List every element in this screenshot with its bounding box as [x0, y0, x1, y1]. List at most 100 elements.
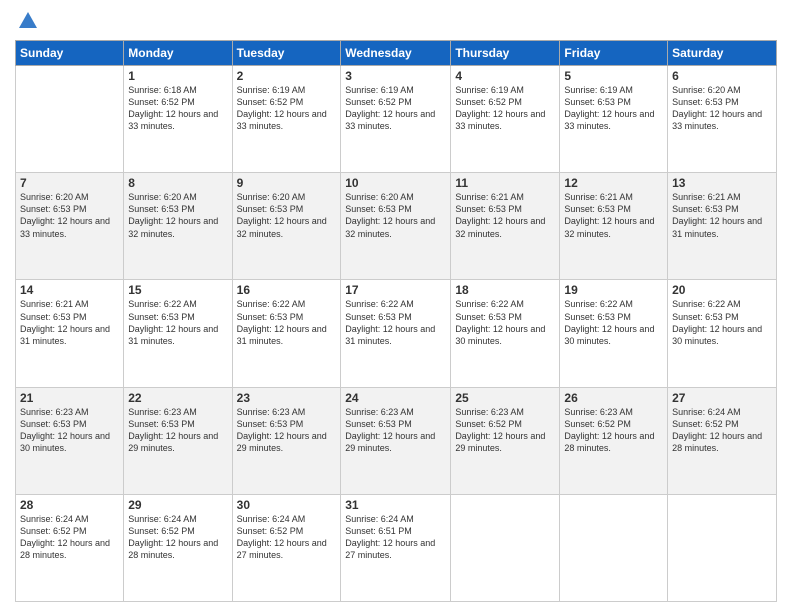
table-row: 27Sunrise: 6:24 AMSunset: 6:52 PMDayligh…	[668, 387, 777, 494]
day-info: Sunrise: 6:19 AMSunset: 6:52 PMDaylight:…	[455, 84, 555, 133]
day-info: Sunrise: 6:22 AMSunset: 6:53 PMDaylight:…	[672, 298, 772, 347]
table-row: 13Sunrise: 6:21 AMSunset: 6:53 PMDayligh…	[668, 173, 777, 280]
day-info: Sunrise: 6:24 AMSunset: 6:52 PMDaylight:…	[237, 513, 337, 562]
day-number: 15	[128, 283, 227, 297]
col-sunday: Sunday	[16, 41, 124, 66]
logo-icon	[17, 10, 39, 32]
table-row: 23Sunrise: 6:23 AMSunset: 6:53 PMDayligh…	[232, 387, 341, 494]
day-info: Sunrise: 6:21 AMSunset: 6:53 PMDaylight:…	[455, 191, 555, 240]
day-number: 7	[20, 176, 119, 190]
table-row: 12Sunrise: 6:21 AMSunset: 6:53 PMDayligh…	[560, 173, 668, 280]
day-info: Sunrise: 6:20 AMSunset: 6:53 PMDaylight:…	[20, 191, 119, 240]
calendar-table: Sunday Monday Tuesday Wednesday Thursday…	[15, 40, 777, 602]
table-row: 22Sunrise: 6:23 AMSunset: 6:53 PMDayligh…	[124, 387, 232, 494]
table-row: 30Sunrise: 6:24 AMSunset: 6:52 PMDayligh…	[232, 494, 341, 601]
day-info: Sunrise: 6:23 AMSunset: 6:53 PMDaylight:…	[345, 406, 446, 455]
table-row: 20Sunrise: 6:22 AMSunset: 6:53 PMDayligh…	[668, 280, 777, 387]
day-number: 6	[672, 69, 772, 83]
page: Sunday Monday Tuesday Wednesday Thursday…	[0, 0, 792, 612]
day-info: Sunrise: 6:24 AMSunset: 6:52 PMDaylight:…	[128, 513, 227, 562]
day-info: Sunrise: 6:20 AMSunset: 6:53 PMDaylight:…	[672, 84, 772, 133]
table-row: 14Sunrise: 6:21 AMSunset: 6:53 PMDayligh…	[16, 280, 124, 387]
table-row: 25Sunrise: 6:23 AMSunset: 6:52 PMDayligh…	[451, 387, 560, 494]
day-number: 30	[237, 498, 337, 512]
day-number: 19	[564, 283, 663, 297]
table-row: 15Sunrise: 6:22 AMSunset: 6:53 PMDayligh…	[124, 280, 232, 387]
day-info: Sunrise: 6:22 AMSunset: 6:53 PMDaylight:…	[455, 298, 555, 347]
day-number: 28	[20, 498, 119, 512]
table-row: 1Sunrise: 6:18 AMSunset: 6:52 PMDaylight…	[124, 66, 232, 173]
calendar-week-row: 28Sunrise: 6:24 AMSunset: 6:52 PMDayligh…	[16, 494, 777, 601]
table-row: 3Sunrise: 6:19 AMSunset: 6:52 PMDaylight…	[341, 66, 451, 173]
day-info: Sunrise: 6:21 AMSunset: 6:53 PMDaylight:…	[672, 191, 772, 240]
table-row: 21Sunrise: 6:23 AMSunset: 6:53 PMDayligh…	[16, 387, 124, 494]
day-number: 5	[564, 69, 663, 83]
table-row: 6Sunrise: 6:20 AMSunset: 6:53 PMDaylight…	[668, 66, 777, 173]
header	[15, 10, 777, 32]
day-number: 2	[237, 69, 337, 83]
table-row	[560, 494, 668, 601]
table-row: 31Sunrise: 6:24 AMSunset: 6:51 PMDayligh…	[341, 494, 451, 601]
calendar-header-row: Sunday Monday Tuesday Wednesday Thursday…	[16, 41, 777, 66]
day-number: 26	[564, 391, 663, 405]
day-info: Sunrise: 6:22 AMSunset: 6:53 PMDaylight:…	[564, 298, 663, 347]
col-saturday: Saturday	[668, 41, 777, 66]
day-number: 4	[455, 69, 555, 83]
col-thursday: Thursday	[451, 41, 560, 66]
day-number: 10	[345, 176, 446, 190]
day-info: Sunrise: 6:23 AMSunset: 6:52 PMDaylight:…	[455, 406, 555, 455]
day-info: Sunrise: 6:23 AMSunset: 6:53 PMDaylight:…	[128, 406, 227, 455]
table-row: 29Sunrise: 6:24 AMSunset: 6:52 PMDayligh…	[124, 494, 232, 601]
day-info: Sunrise: 6:24 AMSunset: 6:52 PMDaylight:…	[672, 406, 772, 455]
day-info: Sunrise: 6:19 AMSunset: 6:52 PMDaylight:…	[237, 84, 337, 133]
col-tuesday: Tuesday	[232, 41, 341, 66]
day-number: 27	[672, 391, 772, 405]
day-info: Sunrise: 6:21 AMSunset: 6:53 PMDaylight:…	[20, 298, 119, 347]
day-info: Sunrise: 6:24 AMSunset: 6:51 PMDaylight:…	[345, 513, 446, 562]
day-number: 25	[455, 391, 555, 405]
day-number: 1	[128, 69, 227, 83]
day-info: Sunrise: 6:21 AMSunset: 6:53 PMDaylight:…	[564, 191, 663, 240]
day-number: 31	[345, 498, 446, 512]
calendar-week-row: 7Sunrise: 6:20 AMSunset: 6:53 PMDaylight…	[16, 173, 777, 280]
day-number: 17	[345, 283, 446, 297]
day-number: 13	[672, 176, 772, 190]
day-number: 22	[128, 391, 227, 405]
table-row: 19Sunrise: 6:22 AMSunset: 6:53 PMDayligh…	[560, 280, 668, 387]
day-info: Sunrise: 6:23 AMSunset: 6:53 PMDaylight:…	[237, 406, 337, 455]
table-row: 16Sunrise: 6:22 AMSunset: 6:53 PMDayligh…	[232, 280, 341, 387]
table-row: 18Sunrise: 6:22 AMSunset: 6:53 PMDayligh…	[451, 280, 560, 387]
day-info: Sunrise: 6:20 AMSunset: 6:53 PMDaylight:…	[345, 191, 446, 240]
day-number: 8	[128, 176, 227, 190]
table-row: 8Sunrise: 6:20 AMSunset: 6:53 PMDaylight…	[124, 173, 232, 280]
table-row: 24Sunrise: 6:23 AMSunset: 6:53 PMDayligh…	[341, 387, 451, 494]
table-row: 9Sunrise: 6:20 AMSunset: 6:53 PMDaylight…	[232, 173, 341, 280]
day-info: Sunrise: 6:23 AMSunset: 6:52 PMDaylight:…	[564, 406, 663, 455]
day-info: Sunrise: 6:22 AMSunset: 6:53 PMDaylight:…	[345, 298, 446, 347]
table-row	[668, 494, 777, 601]
day-info: Sunrise: 6:22 AMSunset: 6:53 PMDaylight:…	[128, 298, 227, 347]
day-number: 18	[455, 283, 555, 297]
day-info: Sunrise: 6:24 AMSunset: 6:52 PMDaylight:…	[20, 513, 119, 562]
day-number: 11	[455, 176, 555, 190]
table-row: 11Sunrise: 6:21 AMSunset: 6:53 PMDayligh…	[451, 173, 560, 280]
table-row: 2Sunrise: 6:19 AMSunset: 6:52 PMDaylight…	[232, 66, 341, 173]
col-monday: Monday	[124, 41, 232, 66]
col-friday: Friday	[560, 41, 668, 66]
day-number: 20	[672, 283, 772, 297]
table-row	[451, 494, 560, 601]
day-info: Sunrise: 6:18 AMSunset: 6:52 PMDaylight:…	[128, 84, 227, 133]
logo	[15, 10, 39, 32]
day-info: Sunrise: 6:22 AMSunset: 6:53 PMDaylight:…	[237, 298, 337, 347]
calendar-week-row: 1Sunrise: 6:18 AMSunset: 6:52 PMDaylight…	[16, 66, 777, 173]
day-number: 24	[345, 391, 446, 405]
calendar-week-row: 21 Sunrise: 6:23 AMSunset: 6:53 PMDayligh…	[16, 387, 777, 494]
day-number: 21	[20, 391, 119, 405]
table-row: 10Sunrise: 6:20 AMSunset: 6:53 PMDayligh…	[341, 173, 451, 280]
day-info: Sunrise: 6:19 AMSunset: 6:53 PMDaylight:…	[564, 84, 663, 133]
day-number: 3	[345, 69, 446, 83]
table-row: 28Sunrise: 6:24 AMSunset: 6:52 PMDayligh…	[16, 494, 124, 601]
table-row: 5Sunrise: 6:19 AMSunset: 6:53 PMDaylight…	[560, 66, 668, 173]
day-number: 29	[128, 498, 227, 512]
table-row: 26Sunrise: 6:23 AMSunset: 6:52 PMDayligh…	[560, 387, 668, 494]
